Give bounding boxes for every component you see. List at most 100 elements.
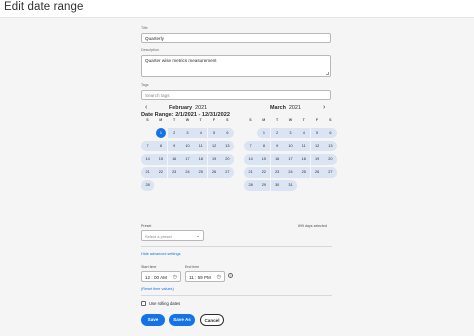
reset-time-values-link[interactable]: (Reset time values)	[141, 287, 174, 291]
calendar-day[interactable]: 5	[207, 128, 221, 139]
calendar-day[interactable]: 16	[167, 154, 181, 165]
calendar-day[interactable]: 7	[141, 141, 155, 152]
info-icon[interactable]: i	[228, 273, 233, 278]
calendar-day[interactable]: 23	[270, 167, 284, 178]
weekday-header: W	[185, 118, 190, 122]
title-label: Title	[141, 26, 148, 30]
calendar-day[interactable]: 18	[297, 154, 311, 165]
calendar-day[interactable]: 19	[310, 154, 324, 165]
calendar-day[interactable]: 28	[244, 180, 258, 191]
calendar-day[interactable]: 24	[283, 167, 298, 178]
calendar-day[interactable]: 30	[270, 180, 284, 191]
calendar-day[interactable]: 12	[310, 141, 324, 152]
calendar-day[interactable]: 9	[167, 141, 181, 152]
month-year: 2021	[195, 105, 208, 111]
calendar-day[interactable]: 3	[283, 128, 298, 139]
calendar-day[interactable]: 25	[297, 167, 311, 178]
weekday-header: S	[329, 118, 332, 122]
calendar-day[interactable]: 4	[297, 128, 311, 139]
calendar-day[interactable]: 20	[323, 154, 337, 165]
weekday-header: S	[146, 118, 149, 122]
calendar-day[interactable]: 6	[220, 128, 234, 139]
calendar-day[interactable]: 27	[220, 167, 234, 178]
weekday-header: M	[159, 118, 163, 122]
calendar-day[interactable]: 2	[270, 128, 284, 139]
calendar-day[interactable]: 21	[244, 167, 258, 178]
calendar-day[interactable]: 27	[323, 167, 337, 178]
title-input[interactable]: Quarterly	[141, 33, 331, 43]
calendar-day[interactable]: 23	[167, 167, 181, 178]
calendar-day[interactable]: 1	[257, 128, 271, 139]
tags-input[interactable]: Search tags	[141, 90, 331, 100]
save-as-button[interactable]: Save As	[169, 314, 195, 326]
weekday-header: S	[226, 118, 229, 122]
calendar-day[interactable]: 21	[141, 167, 155, 178]
calendar-day[interactable]: 17	[283, 154, 298, 165]
calendar-day[interactable]: 12	[207, 141, 221, 152]
weekday-header: M	[262, 118, 266, 122]
calendar-day[interactable]: 26	[207, 167, 221, 178]
weekday-header: T	[199, 118, 202, 122]
end-time-label: End time	[185, 265, 200, 269]
clock-icon: ◷	[216, 274, 221, 280]
calendar-day[interactable]: 24	[180, 167, 195, 178]
calendar-day[interactable]: 10	[180, 141, 195, 152]
reset-link-text: Reset time values	[142, 287, 173, 291]
calendar-day[interactable]: 19	[207, 154, 221, 165]
calendar-day[interactable]: 8	[257, 141, 271, 152]
calendar-day[interactable]: 29	[257, 180, 271, 191]
calendar-day[interactable]: 2	[167, 128, 181, 139]
end-time-input[interactable]: 11 : 59 PM ◷	[185, 271, 225, 282]
calendar-day[interactable]: 17	[180, 154, 195, 165]
calendar-day[interactable]: 13	[323, 141, 337, 152]
calendar-day[interactable]: 3	[180, 128, 195, 139]
month-name: February	[169, 105, 193, 111]
calendar-day[interactable]: 15	[257, 154, 271, 165]
calendar-day[interactable]: 15	[154, 154, 168, 165]
calendar-day[interactable]: 13	[220, 141, 234, 152]
preset-select[interactable]: Select a preset ⌄	[141, 230, 204, 241]
calendar-day[interactable]: 18	[194, 154, 208, 165]
calendar-day[interactable]: 25	[194, 167, 208, 178]
calendar-day[interactable]: 9	[270, 141, 284, 152]
calendar-day[interactable]: 4	[194, 128, 208, 139]
weekday-header: T	[275, 118, 279, 122]
calendar-day[interactable]: 14	[244, 154, 258, 165]
chevron-right-icon[interactable]: ›	[323, 104, 325, 111]
hide-advanced-settings-link[interactable]: Hide advanced settings	[141, 252, 180, 256]
chevron-left-icon[interactable]: ‹	[145, 104, 147, 111]
resize-handle-icon[interactable]	[326, 72, 329, 75]
month-title-march: March 2021	[270, 105, 301, 111]
calendar-day[interactable]: 28	[141, 180, 155, 191]
divider	[141, 246, 332, 247]
calendar-day[interactable]: 1	[155, 128, 167, 139]
calendar-day[interactable]: 22	[154, 167, 168, 178]
calendar-day[interactable]: 20	[220, 154, 234, 165]
divider	[141, 295, 332, 296]
description-textarea[interactable]: Quarter wise metrics measurement	[141, 55, 331, 77]
weekday-header: T	[302, 118, 305, 122]
calendar-day[interactable]: 7	[244, 141, 258, 152]
preset-placeholder: Select a preset	[145, 234, 172, 239]
rolling-dates-checkbox[interactable]	[141, 301, 146, 306]
description-text: Quarter wise metrics measurement	[145, 58, 217, 63]
save-button[interactable]: Save	[141, 314, 165, 326]
calendar-day[interactable]: 26	[310, 167, 324, 178]
calendar-day[interactable]: 31	[283, 180, 298, 191]
calendar-day[interactable]: 16	[270, 154, 284, 165]
start-time-input[interactable]: 12 : 00 AM ◷	[141, 271, 181, 282]
calendar-day[interactable]: 5	[310, 128, 324, 139]
cancel-button[interactable]: Cancel	[200, 314, 224, 326]
top-bar: Edit date range	[0, 0, 474, 18]
calendar-day[interactable]: 8	[154, 141, 168, 152]
start-time-value: 12 : 00 AM	[145, 275, 167, 280]
clock-icon: ◷	[172, 274, 177, 280]
days-selected-text: 699 days selected	[298, 224, 327, 228]
calendar-day[interactable]: 14	[141, 154, 155, 165]
calendar-day[interactable]: 11	[194, 141, 208, 152]
calendar-day[interactable]: 6	[323, 128, 337, 139]
calendar-day[interactable]: 22	[257, 167, 271, 178]
calendar-day[interactable]: 11	[297, 141, 311, 152]
calendar-day[interactable]: 10	[283, 141, 298, 152]
description-label: Description	[141, 48, 159, 52]
